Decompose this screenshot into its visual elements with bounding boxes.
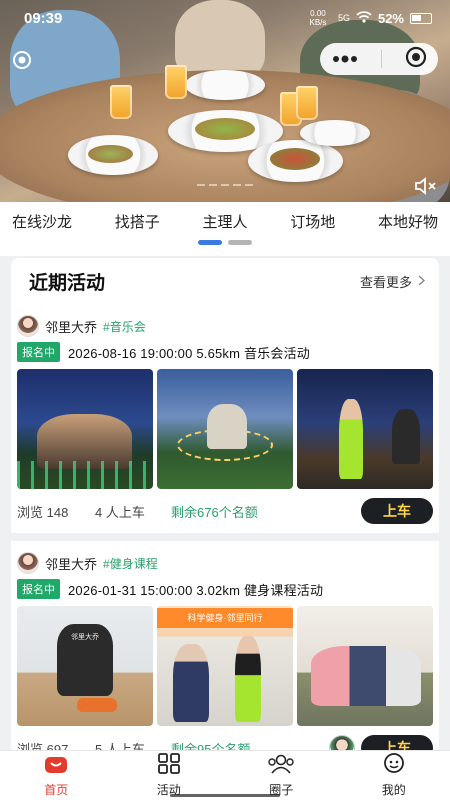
mute-speaker-icon[interactable] — [414, 176, 438, 196]
avatar[interactable] — [17, 315, 39, 337]
category-pager — [0, 240, 450, 245]
people-icon — [266, 753, 296, 780]
home-icon — [43, 753, 69, 780]
hero-glass — [296, 86, 318, 120]
photo-banner: 科学健身·邻里同行 — [157, 608, 293, 628]
activity-images: 邻里大乔 科学健身·邻里同行 — [17, 606, 433, 726]
recent-activities-card: 近期活动 查看更多 邻里大乔 #音乐会 报名中 2026-08-16 19:00… — [11, 258, 439, 754]
remaining-slots: 剩余676个名额 — [171, 504, 258, 520]
tab-activities[interactable]: 活动 — [113, 751, 226, 800]
activity-photo[interactable] — [157, 369, 293, 489]
photo-people — [207, 404, 247, 449]
bag-brand-text: 邻里大乔 — [71, 634, 99, 641]
view-more-link[interactable]: 查看更多 — [359, 272, 426, 291]
hero-plate — [185, 70, 265, 100]
activity-photo[interactable] — [297, 606, 433, 726]
category-nav: 在线沙龙 找搭子 主理人 订场地 本地好物 — [0, 202, 450, 256]
category-online-salon[interactable]: 在线沙龙 — [12, 211, 72, 232]
hero-progress — [197, 184, 253, 186]
category-find-partner[interactable]: 找搭子 — [115, 211, 160, 232]
close-target-icon[interactable] — [405, 46, 427, 73]
hero-glass — [110, 85, 132, 119]
hero-person — [175, 0, 265, 80]
status-badge: 报名中 — [17, 579, 60, 599]
activity-tag[interactable]: #健身课程 — [103, 555, 158, 572]
bottom-tab-bar: 首页 活动 圈子 我的 — [0, 750, 450, 800]
chevron-right-icon — [418, 274, 426, 289]
hero-food — [88, 145, 133, 163]
home-indicator — [170, 794, 280, 797]
photo-elder — [173, 644, 209, 722]
hero-plate — [300, 120, 370, 146]
net-speed: 0.00 KB/s — [309, 9, 327, 27]
status-time: 09:39 — [24, 10, 63, 27]
grid-icon — [157, 753, 181, 780]
category-local-goods[interactable]: 本地好物 — [378, 211, 438, 232]
hero-food — [195, 118, 255, 140]
view-count: 浏览 148 — [17, 504, 69, 520]
activity-photo[interactable]: 邻里大乔 — [17, 606, 153, 726]
mini-program-capsule — [320, 43, 438, 75]
hero-food — [270, 148, 320, 170]
category-host[interactable]: 主理人 — [202, 211, 247, 232]
photo-guitarist — [392, 409, 420, 464]
photo-trainer — [235, 636, 261, 722]
photo-people — [311, 646, 421, 706]
activity-photo[interactable] — [297, 369, 433, 489]
banner-text: 科学健身·邻里同行 — [187, 613, 263, 623]
profile-icon — [382, 753, 406, 780]
category-book-venue[interactable]: 订场地 — [290, 211, 335, 232]
activity-images — [17, 369, 433, 489]
wifi-icon — [356, 10, 372, 26]
join-button[interactable]: 上车 — [361, 498, 433, 524]
activity-info: 2026-08-16 19:00:00 5.65km 音乐会活动 — [68, 345, 310, 361]
preview-eye-icon[interactable] — [12, 50, 32, 70]
joined-count: 4 人上车 — [95, 504, 145, 520]
photo-band — [77, 698, 117, 712]
more-dots-icon[interactable] — [332, 50, 358, 68]
activity-photo[interactable] — [17, 369, 153, 489]
view-more-label: 查看更多 — [359, 274, 412, 290]
tab-profile[interactable]: 我的 — [338, 751, 450, 800]
activity-tag[interactable]: #音乐会 — [103, 318, 146, 335]
hero-glass — [165, 65, 187, 99]
activity-info: 2026-01-31 15:00:00 3.02km 健身课程活动 — [68, 582, 324, 598]
status-icons: 0.00 KB/s 5G 52% — [304, 9, 432, 27]
section-title: 近期活动 — [29, 272, 106, 294]
activity-item[interactable]: 邻里大乔 #健身课程 报名中 2026-01-31 15:00:00 3.02k… — [11, 533, 439, 754]
pager-dot — [228, 240, 252, 245]
photo-backpack: 邻里大乔 — [57, 624, 113, 696]
pager-dot-active — [198, 240, 222, 245]
battery-icon — [410, 12, 432, 24]
signal-label: 5G — [337, 13, 350, 23]
tab-label: 我的 — [381, 783, 406, 797]
activity-photo[interactable]: 科学健身·邻里同行 — [157, 606, 293, 726]
tab-circle[interactable]: 圈子 — [225, 751, 338, 800]
activity-item[interactable]: 邻里大乔 #音乐会 报名中 2026-08-16 19:00:00 5.65km… — [11, 304, 439, 533]
capsule-divider — [380, 50, 382, 68]
battery-level: 52% — [377, 10, 404, 26]
avatar[interactable] — [17, 552, 39, 574]
photo-lights — [17, 461, 153, 489]
status-badge: 报名中 — [17, 342, 60, 362]
tab-label: 首页 — [44, 783, 69, 797]
hero-banner[interactable]: 09:39 0.00 KB/s 5G 52% — [0, 0, 450, 202]
organizer-name: 邻里大乔 — [45, 556, 98, 572]
photo-singer — [339, 399, 363, 479]
organizer-name: 邻里大乔 — [45, 319, 98, 335]
tab-home[interactable]: 首页 — [0, 751, 113, 800]
